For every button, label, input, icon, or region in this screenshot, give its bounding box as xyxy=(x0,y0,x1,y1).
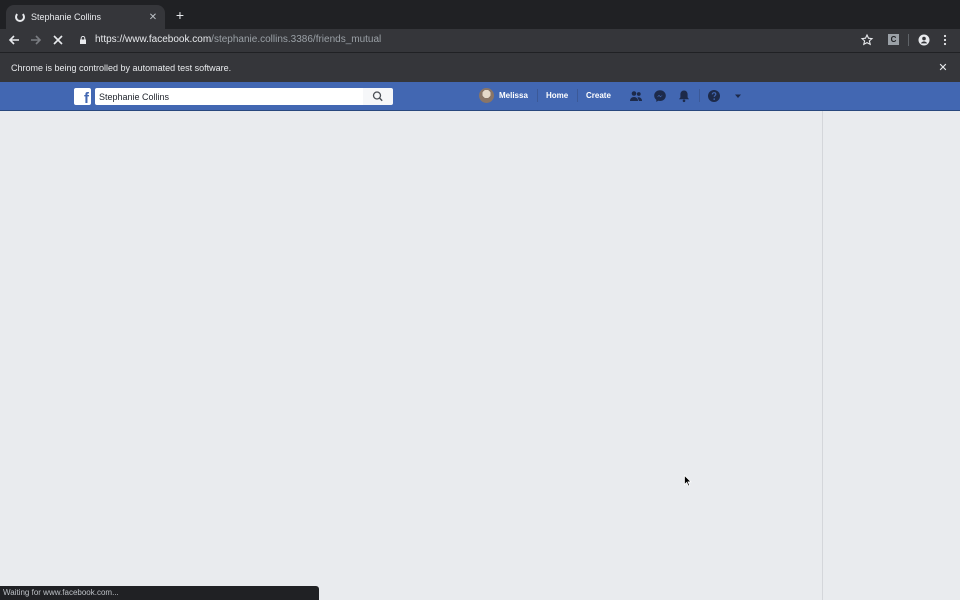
account-circle-icon[interactable] xyxy=(916,32,932,48)
home-link[interactable]: Home xyxy=(546,91,568,100)
browser-tab[interactable]: Stephanie Collins ✕ xyxy=(6,5,165,29)
friends-icon[interactable] xyxy=(629,89,643,103)
search-button[interactable] xyxy=(363,88,393,105)
infobar-close-icon[interactable]: ✕ xyxy=(937,61,949,74)
mouse-cursor-icon xyxy=(684,475,692,487)
lock-icon xyxy=(80,36,86,44)
caret-down-icon[interactable] xyxy=(731,89,745,103)
create-link[interactable]: Create xyxy=(586,91,611,100)
infobar-message: Chrome is being controlled by automated … xyxy=(11,63,232,73)
tab-title: Stephanie Collins xyxy=(31,12,102,22)
toolbar-divider xyxy=(908,34,909,46)
search-input[interactable] xyxy=(95,88,363,105)
address-bar[interactable]: https://www.facebook.com/stephanie.colli… xyxy=(95,34,381,45)
facebook-logo[interactable]: f xyxy=(74,88,91,107)
back-arrow-icon[interactable] xyxy=(6,32,22,48)
tab-close-icon[interactable]: ✕ xyxy=(145,12,161,23)
spinner-icon xyxy=(15,12,25,22)
profile-link[interactable]: Melissa xyxy=(499,91,528,100)
nav-divider xyxy=(537,89,538,102)
url-path: /stephanie.collins.3386/friends_mutual xyxy=(211,34,382,45)
tab-strip: Stephanie Collins ✕ + xyxy=(0,0,960,29)
avatar[interactable] xyxy=(479,88,494,103)
new-tab-icon[interactable]: + xyxy=(173,8,187,22)
messenger-icon[interactable] xyxy=(653,89,667,103)
nav-divider xyxy=(699,89,700,102)
right-column-divider xyxy=(822,111,823,600)
help-icon[interactable] xyxy=(707,89,721,103)
status-bubble: Waiting for www.facebook.com... xyxy=(0,586,319,600)
bell-icon[interactable] xyxy=(677,89,691,103)
extension-icon[interactable]: C xyxy=(888,34,899,45)
search-icon xyxy=(372,91,383,102)
facebook-logo-letter: f xyxy=(84,90,89,107)
stop-loading-icon[interactable] xyxy=(50,32,66,48)
forward-arrow-icon[interactable] xyxy=(28,32,44,48)
url-host: https://www.facebook.com xyxy=(95,34,212,45)
automation-infobar: Chrome is being controlled by automated … xyxy=(0,52,960,82)
status-text: Waiting for www.facebook.com... xyxy=(3,588,119,597)
browser-toolbar: https://www.facebook.com/stephanie.colli… xyxy=(0,29,960,52)
star-icon[interactable] xyxy=(859,32,875,48)
nav-divider xyxy=(577,89,578,102)
kebab-menu-icon[interactable] xyxy=(937,32,953,48)
